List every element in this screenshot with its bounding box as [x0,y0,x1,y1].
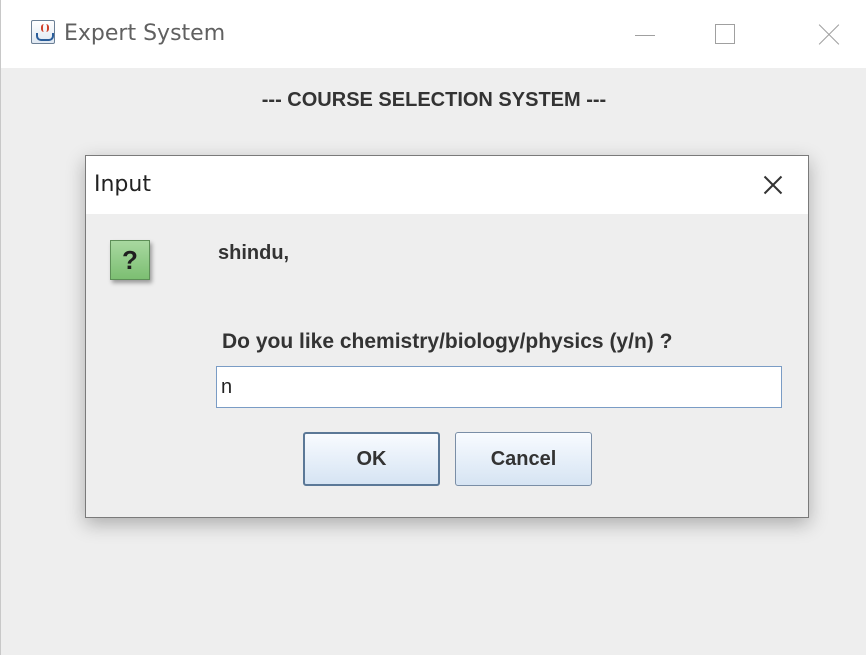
maximize-button[interactable] [701,22,745,48]
ok-button[interactable]: OK [303,432,440,486]
window-title: Expert System [64,21,226,46]
input-dialog: Input ? shindu, Do you like chemistry/bi… [85,155,809,518]
answer-input[interactable] [216,366,782,408]
close-window-button[interactable] [807,22,851,48]
java-app-icon [31,20,55,44]
system-header: --- COURSE SELECTION SYSTEM --- [261,89,607,111]
dialog-title: Input [94,172,151,197]
dialog-title-bar[interactable]: Input [86,156,808,214]
dialog-message-name: shindu, [218,242,290,264]
cancel-button[interactable]: Cancel [455,432,592,486]
main-window: Expert System --- COURSE SELECTION SYSTE… [0,0,866,655]
minimize-button[interactable] [625,22,669,48]
dialog-close-icon[interactable] [758,170,788,200]
dialog-question: Do you like chemistry/biology/physics (y… [222,330,673,353]
window-title-bar[interactable]: Expert System [1,0,866,68]
question-icon: ? [110,240,150,280]
